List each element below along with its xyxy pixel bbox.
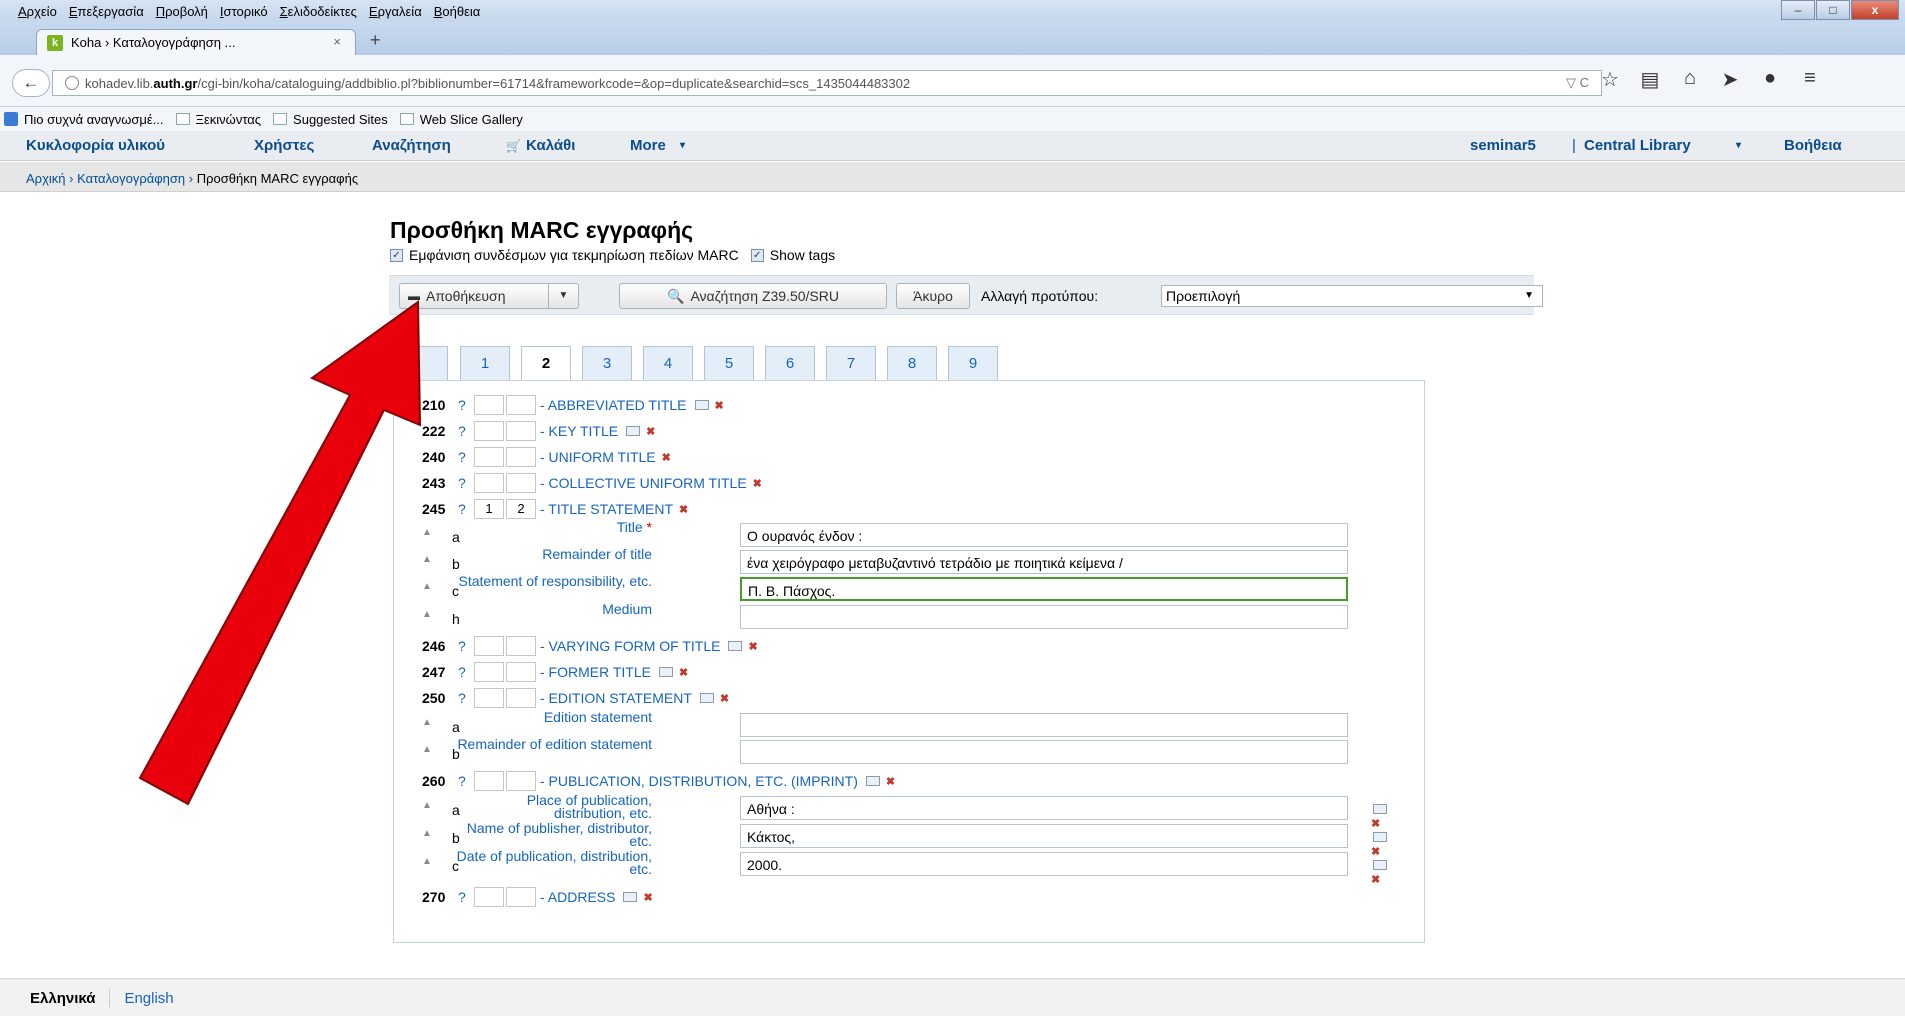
annotation-arrow [138, 300, 422, 806]
red-arrow-icon [138, 300, 422, 806]
browser-window: Αρχείο Επεξεργασία Προβολή Ιστορικό Σελι… [0, 0, 1905, 1016]
